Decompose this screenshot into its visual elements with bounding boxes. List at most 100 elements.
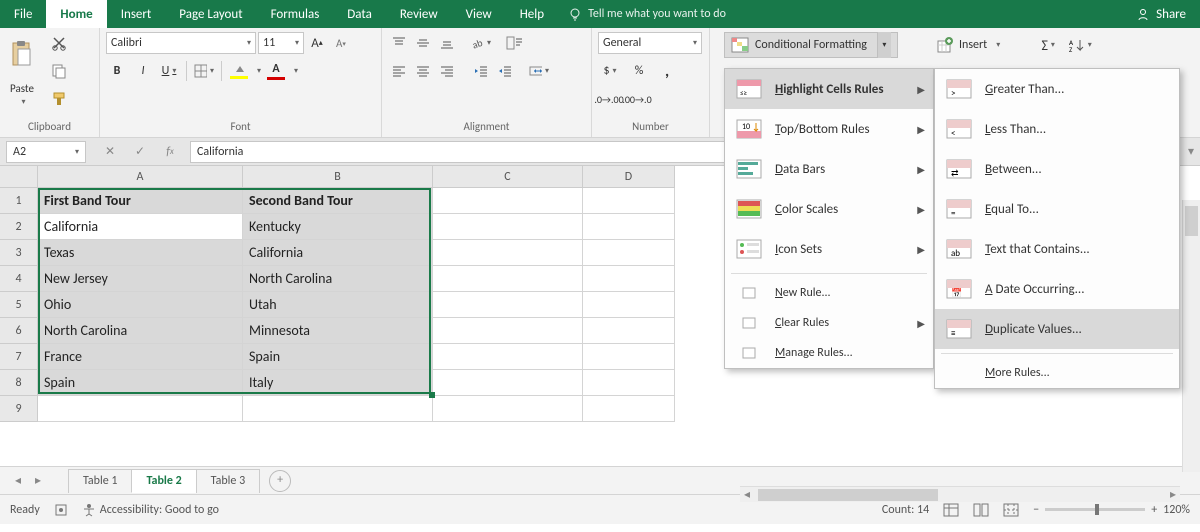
align-left[interactable] <box>388 60 410 82</box>
sheet-nav-prev[interactable]: ◂ <box>8 473 28 488</box>
align-center[interactable] <box>412 60 434 82</box>
menu-tab-data[interactable]: Data <box>333 0 386 28</box>
cell-D9[interactable] <box>583 396 675 422</box>
percent-format[interactable]: % <box>628 60 650 82</box>
row-header-7[interactable]: 7 <box>0 344 38 370</box>
autosum-button[interactable]: Σ▾ <box>1035 34 1061 56</box>
view-page-break-icon[interactable] <box>1003 503 1019 517</box>
cf-menu-clear-rules[interactable]: Clear Rules▶ <box>725 308 933 338</box>
row-header-4[interactable]: 4 <box>0 266 38 292</box>
formula-expand-icon[interactable]: ▾ <box>1182 144 1200 159</box>
cell-B7[interactable]: Spain <box>243 344 433 370</box>
format-painter-button[interactable] <box>48 88 70 110</box>
new-sheet-button[interactable]: + <box>269 470 291 492</box>
cell-B5[interactable]: Utah <box>243 292 433 318</box>
cell-D2[interactable] <box>583 214 675 240</box>
sheet-tab-table-1[interactable]: Table 1 <box>68 469 132 493</box>
hlc-menu-between-[interactable]: ⇄Between... <box>935 149 1179 189</box>
sheet-tab-table-3[interactable]: Table 3 <box>196 469 260 493</box>
cell-A2[interactable]: California <box>38 214 243 240</box>
italic-button[interactable]: I <box>132 60 154 82</box>
cell-A6[interactable]: North Carolina <box>38 318 243 344</box>
row-header-5[interactable]: 5 <box>0 292 38 318</box>
cell-C6[interactable] <box>433 318 583 344</box>
cell-C1[interactable] <box>433 188 583 214</box>
view-normal-icon[interactable] <box>943 503 959 517</box>
column-header-B[interactable]: B <box>243 166 433 188</box>
cell-A5[interactable]: Ohio <box>38 292 243 318</box>
name-box[interactable]: A2▾ <box>6 141 86 163</box>
hlc-menu-a-date-occurring-[interactable]: 📅A Date Occurring... <box>935 269 1179 309</box>
align-top[interactable] <box>388 32 410 54</box>
accessibility-status[interactable]: Accessibility: Good to go <box>82 503 219 517</box>
menu-tab-insert[interactable]: Insert <box>107 0 166 28</box>
cell-D7[interactable] <box>583 344 675 370</box>
cell-C7[interactable] <box>433 344 583 370</box>
wrap-text[interactable] <box>504 32 526 54</box>
cell-D6[interactable] <box>583 318 675 344</box>
increase-font-size[interactable]: A▴ <box>306 32 328 54</box>
row-header-8[interactable]: 8 <box>0 370 38 396</box>
orientation[interactable]: ab▾ <box>470 32 492 54</box>
macro-record-icon[interactable] <box>54 503 68 517</box>
cell-C9[interactable] <box>433 396 583 422</box>
cell-A1[interactable]: First Band Tour <box>38 188 243 214</box>
menu-tab-page-layout[interactable]: Page Layout <box>165 0 256 28</box>
cell-B1[interactable]: Second Band Tour <box>243 188 433 214</box>
cf-menu-icon-sets[interactable]: Icon Sets▶ <box>725 229 933 269</box>
cell-A4[interactable]: New Jersey <box>38 266 243 292</box>
cell-C5[interactable] <box>433 292 583 318</box>
merge-center[interactable]: ▾ <box>528 60 550 82</box>
select-all-corner[interactable] <box>0 166 38 188</box>
hlc-menu-greater-than-[interactable]: >Greater Than... <box>935 69 1179 109</box>
cell-B9[interactable] <box>243 396 433 422</box>
cell-B6[interactable]: Minnesota <box>243 318 433 344</box>
cancel-icon[interactable]: ✕ <box>100 142 120 162</box>
cell-D5[interactable] <box>583 292 675 318</box>
number-format-select[interactable]: General▾ <box>598 32 702 54</box>
menu-tab-formulas[interactable]: Formulas <box>257 0 334 28</box>
border-button[interactable]: ▾ <box>193 60 215 82</box>
fill-color-button[interactable] <box>228 60 250 82</box>
cf-menu-color-scales[interactable]: Color Scales▶ <box>725 189 933 229</box>
view-page-layout-icon[interactable] <box>973 503 989 517</box>
cf-menu-top-bottom-rules[interactable]: 10Top/Bottom Rules▶ <box>725 109 933 149</box>
menu-tab-review[interactable]: Review <box>386 0 452 28</box>
cell-C8[interactable] <box>433 370 583 396</box>
hlc-menu-equal-to-[interactable]: =Equal To... <box>935 189 1179 229</box>
conditional-formatting-button[interactable]: Conditional Formatting ▾ <box>724 32 898 58</box>
sort-filter-button[interactable]: AZ▾ <box>1067 34 1093 56</box>
share-button[interactable]: Share <box>1122 0 1200 28</box>
align-right[interactable] <box>436 60 458 82</box>
cell-D3[interactable] <box>583 240 675 266</box>
hlc-menu-less-than-[interactable]: <Less Than... <box>935 109 1179 149</box>
cell-D1[interactable] <box>583 188 675 214</box>
zoom-slider[interactable] <box>1045 508 1145 511</box>
cell-B2[interactable]: Kentucky <box>243 214 433 240</box>
copy-button[interactable] <box>48 60 70 82</box>
increase-indent[interactable] <box>494 60 516 82</box>
sheet-tab-table-2[interactable]: Table 2 <box>131 469 196 493</box>
cf-menu-highlight-cells-rules[interactable]: ≤≥Highlight Cells Rules▶ <box>725 69 933 109</box>
cf-menu-new-rule-[interactable]: New Rule... <box>725 278 933 308</box>
cell-C4[interactable] <box>433 266 583 292</box>
cond-fmt-dropdown-arrow[interactable]: ▾ <box>877 32 891 58</box>
zoom-level[interactable]: 120% <box>1163 503 1190 517</box>
cut-button[interactable] <box>48 32 70 54</box>
cell-A9[interactable] <box>38 396 243 422</box>
decrease-indent[interactable] <box>470 60 492 82</box>
paste-dropdown-icon[interactable]: ▾ <box>18 97 25 107</box>
cell-D8[interactable] <box>583 370 675 396</box>
fill-handle[interactable] <box>429 392 435 398</box>
paste-button[interactable] <box>6 32 38 80</box>
hlc-more-rules[interactable]: More Rules... <box>935 358 1179 388</box>
cell-B4[interactable]: North Carolina <box>243 266 433 292</box>
cf-menu-data-bars[interactable]: Data Bars▶ <box>725 149 933 189</box>
hlc-menu-duplicate-values-[interactable]: ≡Duplicate Values... <box>935 309 1179 349</box>
tell-me-search[interactable]: Tell me what you want to do <box>558 0 736 28</box>
row-header-2[interactable]: 2 <box>0 214 38 240</box>
cell-A7[interactable]: France <box>38 344 243 370</box>
cell-C2[interactable] <box>433 214 583 240</box>
menu-tab-help[interactable]: Help <box>506 0 558 28</box>
comma-format[interactable]: , <box>656 60 678 82</box>
